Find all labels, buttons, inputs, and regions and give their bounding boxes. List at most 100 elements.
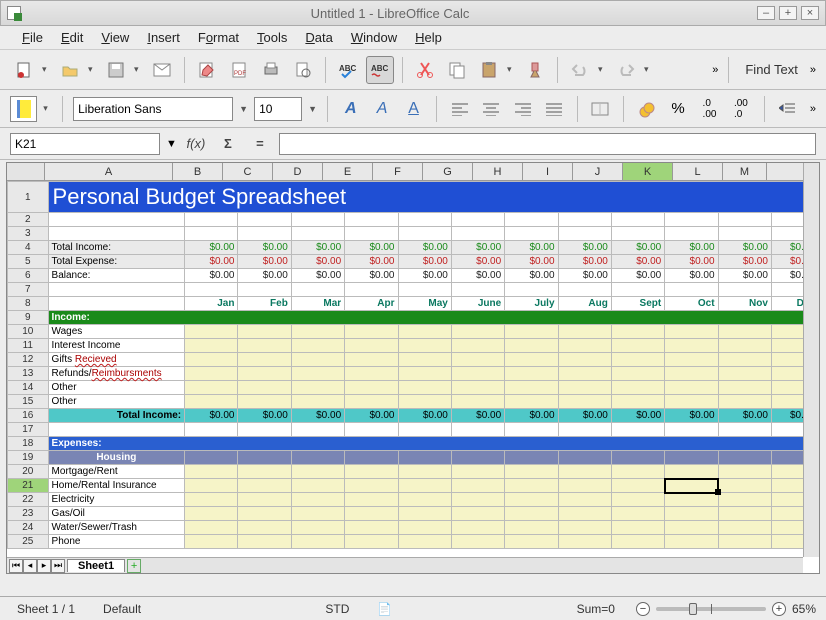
print-preview-button[interactable] — [289, 56, 317, 84]
edit-mode-button[interactable] — [193, 56, 221, 84]
zoom-out-button[interactable]: − — [636, 602, 650, 616]
vertical-scrollbar[interactable] — [803, 163, 819, 557]
maximize-button[interactable]: + — [779, 6, 797, 20]
close-button[interactable]: × — [801, 6, 819, 20]
find-text-label[interactable]: Find Text — [739, 62, 804, 77]
formatting-toolbar: ▾ ▼ ▼ A A A % .0.00 .00.0 » — [0, 90, 826, 128]
percent-button[interactable]: % — [665, 96, 690, 122]
zoom-slider[interactable] — [656, 607, 766, 611]
export-pdf-button[interactable]: PDF — [225, 56, 253, 84]
underline-button[interactable]: A — [401, 96, 426, 122]
column-headers: ABCDEFGHIJKLM — [7, 163, 819, 181]
status-bar: Sheet 1 / 1 Default STD 📄 Sum=0 − + 65% — [0, 596, 826, 620]
cut-button[interactable] — [411, 56, 439, 84]
menu-insert[interactable]: Insert — [139, 28, 188, 47]
menu-format[interactable]: Format — [190, 28, 247, 47]
open-button[interactable] — [56, 56, 84, 84]
formula-input[interactable] — [279, 133, 816, 155]
status-sum[interactable]: Sum=0 — [570, 600, 622, 618]
sheet-tab-1[interactable]: Sheet1 — [67, 559, 125, 572]
status-sheet: Sheet 1 / 1 — [10, 600, 82, 618]
grid-body[interactable]: 1Personal Budget Spreadsheet234Total Inc… — [7, 181, 819, 573]
font-size-input[interactable] — [254, 97, 302, 121]
status-signature-icon[interactable]: 📄 — [370, 600, 399, 618]
menu-bar: File Edit View Insert Format Tools Data … — [0, 26, 826, 50]
decrease-indent-button[interactable] — [775, 96, 800, 122]
function-wizard-button[interactable]: f(x) — [183, 133, 209, 155]
zoom-in-button[interactable]: + — [772, 602, 786, 616]
font-name-input[interactable] — [73, 97, 233, 121]
sum-button[interactable]: Σ — [215, 133, 241, 155]
svg-text:ABC: ABC — [339, 64, 357, 73]
tab-next-button[interactable]: ▸ — [37, 559, 51, 573]
cell-style-dropdown[interactable]: ▾ — [43, 103, 52, 114]
autospell-button[interactable]: ABC — [366, 56, 394, 84]
save-dropdown[interactable]: ▾ — [134, 64, 144, 75]
select-all-corner[interactable] — [7, 163, 45, 180]
copy-button[interactable] — [443, 56, 471, 84]
paste-dropdown[interactable]: ▾ — [507, 64, 517, 75]
print-button[interactable] — [257, 56, 285, 84]
menu-tools[interactable]: Tools — [249, 28, 295, 47]
col-header-J[interactable]: J — [573, 163, 623, 180]
col-header-E[interactable]: E — [323, 163, 373, 180]
status-mode[interactable]: STD — [318, 600, 356, 618]
remove-decimal-button[interactable]: .00.0 — [728, 96, 753, 122]
name-box-dropdown[interactable]: ▼ — [166, 138, 177, 150]
new-button[interactable] — [10, 56, 38, 84]
align-justify-button[interactable] — [541, 96, 566, 122]
save-button[interactable] — [102, 56, 130, 84]
align-left-button[interactable] — [447, 96, 472, 122]
col-header-C[interactable]: C — [223, 163, 273, 180]
bold-button[interactable]: A — [338, 96, 363, 122]
email-button[interactable] — [148, 56, 176, 84]
minimize-button[interactable]: – — [757, 6, 775, 20]
col-header-M[interactable]: M — [723, 163, 767, 180]
font-name-dropdown[interactable]: ▼ — [239, 104, 248, 114]
zoom-value[interactable]: 65% — [792, 602, 816, 616]
col-header-L[interactable]: L — [673, 163, 723, 180]
menu-data[interactable]: Data — [297, 28, 340, 47]
col-header-B[interactable]: B — [173, 163, 223, 180]
menu-view[interactable]: View — [93, 28, 137, 47]
function-button[interactable]: = — [247, 133, 273, 155]
spellcheck-button[interactable]: ABC — [334, 56, 362, 84]
add-sheet-button[interactable]: + — [127, 559, 141, 573]
standard-toolbar: ▾ ▾ ▾ PDF ABC ABC ▾ ▾ ▾ » Find Text » — [0, 50, 826, 90]
toolbar-overflow-icon[interactable]: » — [712, 64, 718, 76]
currency-button[interactable] — [634, 96, 659, 122]
new-dropdown[interactable]: ▾ — [42, 64, 52, 75]
italic-button[interactable]: A — [369, 96, 394, 122]
cell-style-button[interactable] — [10, 96, 37, 122]
col-header-F[interactable]: F — [373, 163, 423, 180]
menu-file[interactable]: File — [14, 28, 51, 47]
add-decimal-button[interactable]: .0.00 — [697, 96, 722, 122]
align-right-button[interactable] — [510, 96, 535, 122]
tab-last-button[interactable]: ⏭ — [51, 559, 65, 573]
fmt-overflow-icon[interactable]: » — [810, 103, 816, 115]
col-header-H[interactable]: H — [473, 163, 523, 180]
menu-help[interactable]: Help — [407, 28, 450, 47]
col-header-G[interactable]: G — [423, 163, 473, 180]
col-header-A[interactable]: A — [45, 163, 173, 180]
tab-first-button[interactable]: ⏮ — [9, 559, 23, 573]
name-box-input[interactable] — [10, 133, 160, 155]
open-dropdown[interactable]: ▾ — [88, 64, 98, 75]
col-header-K[interactable]: K — [623, 163, 673, 180]
redo-dropdown[interactable]: ▾ — [644, 64, 654, 75]
col-header-D[interactable]: D — [273, 163, 323, 180]
col-header-I[interactable]: I — [523, 163, 573, 180]
toolbar-overflow2-icon[interactable]: » — [810, 64, 816, 76]
menu-window[interactable]: Window — [343, 28, 405, 47]
align-center-button[interactable] — [479, 96, 504, 122]
font-size-dropdown[interactable]: ▼ — [308, 104, 317, 114]
paste-button[interactable] — [475, 56, 503, 84]
tab-prev-button[interactable]: ◂ — [23, 559, 37, 573]
undo-button[interactable] — [566, 56, 594, 84]
redo-button[interactable] — [612, 56, 640, 84]
undo-dropdown[interactable]: ▾ — [598, 64, 608, 75]
merge-cells-button[interactable] — [588, 96, 613, 122]
format-paintbrush-button[interactable] — [521, 56, 549, 84]
menu-edit[interactable]: Edit — [53, 28, 91, 47]
status-style[interactable]: Default — [96, 600, 148, 618]
